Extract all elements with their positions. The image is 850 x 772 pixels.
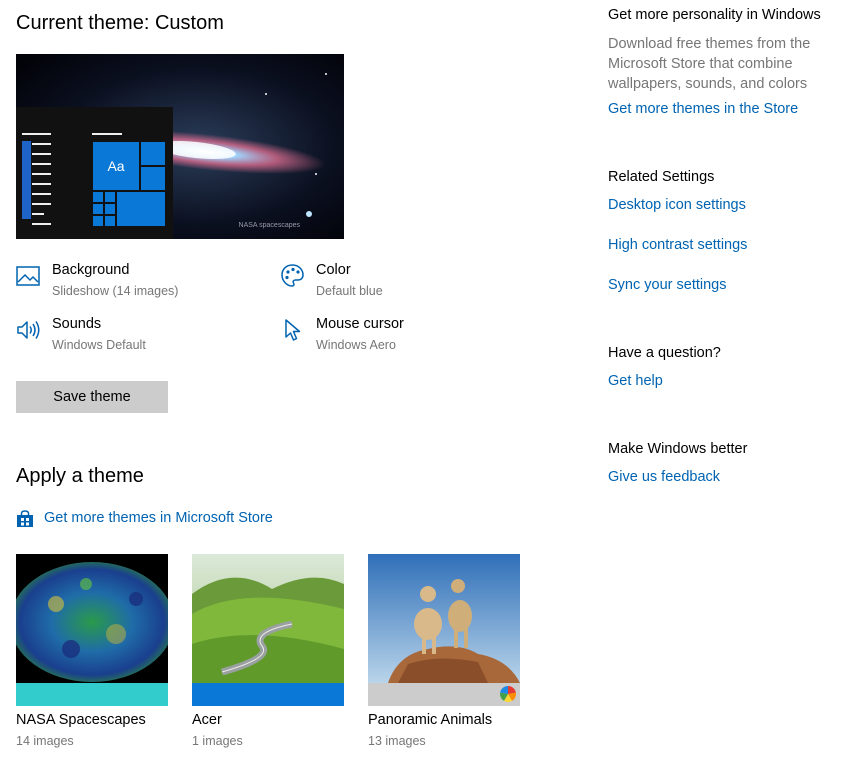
theme-card-nasa[interactable]: NASA Spacescapes 14 images (16, 554, 168, 748)
personality-description: Download free themes from the Microsoft … (608, 36, 811, 92)
theme-thumbnail (368, 554, 520, 683)
theme-accent-strip (368, 683, 520, 706)
sounds-value: Windows Default (52, 338, 146, 352)
page-title: Current theme: Custom (16, 12, 224, 34)
mouse-cursor-label: Mouse cursor (316, 316, 404, 332)
personality-heading: Get more personality in Windows (608, 7, 821, 23)
store-bag-icon (17, 510, 33, 527)
theme-card-acer[interactable]: Acer 1 images (192, 554, 344, 748)
store-link[interactable]: Get more themes in the Store (608, 101, 798, 117)
apply-theme-heading: Apply a theme (16, 465, 144, 487)
store-themes-link-label[interactable]: Get more themes in Microsoft Store (44, 510, 273, 526)
related-settings-heading: Related Settings (608, 169, 715, 185)
high-contrast-settings-link[interactable]: High contrast settings (608, 237, 747, 253)
theme-image-count: 1 images (192, 734, 243, 748)
cursor-icon (285, 319, 301, 341)
feedback-link[interactable]: Give us feedback (608, 469, 720, 485)
palette-icon (281, 264, 304, 287)
preview-start-menu: Aa (16, 107, 173, 239)
theme-name: NASA Spacescapes (16, 712, 146, 728)
sounds-setting[interactable]: Sounds Windows Default (16, 316, 246, 356)
preview-tile-aa: Aa (92, 141, 140, 191)
mouse-cursor-value: Windows Aero (316, 338, 396, 352)
wallpaper-watermark: NASA spacescapes (238, 222, 300, 229)
make-windows-better-heading: Make Windows better (608, 441, 748, 457)
theme-accent-strip (16, 683, 168, 706)
background-label: Background (52, 262, 130, 278)
green-hills-image (192, 554, 344, 683)
theme-thumbnail (16, 554, 168, 683)
color-label: Color (316, 262, 351, 278)
mouse-cursor-setting[interactable]: Mouse cursor Windows Aero (280, 316, 510, 356)
save-theme-button[interactable]: Save theme (16, 381, 168, 413)
desktop-icon-settings-link[interactable]: Desktop icon settings (608, 197, 746, 213)
color-setting[interactable]: Color Default blue (280, 262, 510, 302)
theme-accent-strip (192, 683, 344, 706)
theme-name: Acer (192, 712, 222, 728)
theme-image-count: 13 images (368, 734, 426, 748)
theme-image-count: 14 images (16, 734, 74, 748)
color-value: Default blue (316, 284, 383, 298)
background-value: Slideshow (14 images) (52, 284, 179, 298)
theme-name: Panoramic Animals (368, 712, 493, 728)
sync-settings-link[interactable]: Sync your settings (608, 277, 726, 293)
picture-icon (16, 266, 40, 286)
cheetahs-image (368, 554, 520, 683)
theme-preview: NASA spacescapes Aa (16, 54, 344, 239)
background-setting[interactable]: Background Slideshow (14 images) (16, 262, 246, 302)
multicolor-accent-icon (499, 685, 517, 702)
cosmic-map-image (16, 554, 168, 683)
sounds-label: Sounds (52, 316, 102, 332)
question-heading: Have a question? (608, 345, 721, 361)
preview-taskbar-strip (22, 141, 31, 219)
speaker-icon (17, 321, 40, 339)
theme-card-panoramic-animals[interactable]: Panoramic Animals 13 images (368, 554, 520, 748)
theme-thumbnail (192, 554, 344, 683)
get-help-link[interactable]: Get help (608, 373, 663, 389)
